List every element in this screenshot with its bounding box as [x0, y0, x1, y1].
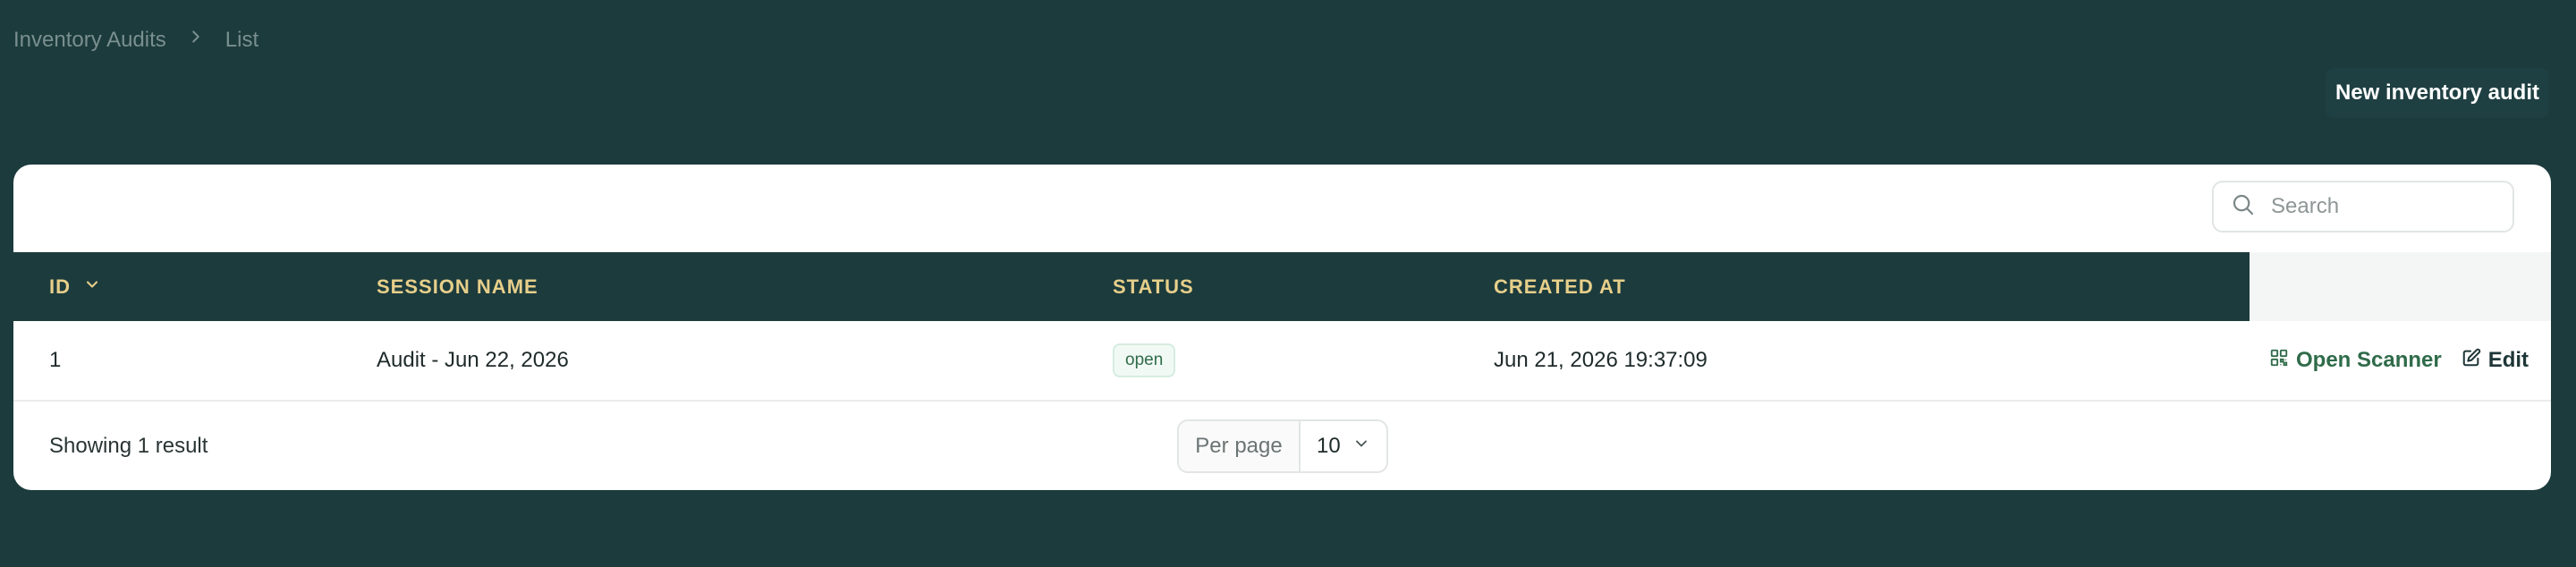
per-page-label: Per page — [1179, 421, 1301, 471]
cell-actions: Open Scanner Edit — [2269, 321, 2529, 400]
column-header-created-at[interactable]: CREATED AT — [1494, 252, 1626, 321]
results-count: Showing 1 result — [49, 433, 208, 458]
breadcrumb-item-list: List — [225, 27, 259, 52]
search-box[interactable] — [2212, 181, 2514, 233]
search-input[interactable] — [2271, 194, 2495, 219]
audits-table-card: ID SESSION NAME STATUS CREATED AT 1 Audi… — [13, 165, 2551, 490]
edit-icon — [2462, 348, 2481, 374]
open-scanner-link[interactable]: Open Scanner — [2269, 348, 2442, 374]
table-row[interactable]: 1 Audit - Jun 22, 2026 open Jun 21, 2026… — [13, 321, 2551, 402]
cell-session-name: Audit - Jun 22, 2026 — [377, 348, 569, 372]
edit-link[interactable]: Edit — [2462, 348, 2529, 374]
cell-id: 1 — [49, 348, 62, 372]
per-page-value: 10 — [1317, 434, 1341, 458]
status-badge: open — [1113, 343, 1176, 377]
cell-created-at: Jun 21, 2026 19:37:09 — [1494, 348, 1707, 372]
breadcrumb: Inventory Audits List — [13, 27, 258, 53]
per-page-select[interactable]: 10 — [1301, 421, 1386, 471]
per-page-control: Per page 10 — [1177, 419, 1388, 473]
column-header-status[interactable]: STATUS — [1113, 252, 1194, 321]
chevron-down-icon — [1352, 434, 1370, 459]
column-header-session-name[interactable]: SESSION NAME — [377, 252, 538, 321]
table-header: ID SESSION NAME STATUS CREATED AT — [13, 252, 2250, 321]
new-inventory-audit-button[interactable]: New inventory audit — [2326, 68, 2549, 118]
table-footer: Showing 1 result Per page 10 — [13, 402, 2551, 490]
breadcrumb-item-inventory-audits[interactable]: Inventory Audits — [13, 28, 166, 53]
sort-desc-chevron-icon — [83, 275, 101, 299]
cell-status: open — [1113, 321, 1176, 400]
search-icon — [2230, 191, 2257, 223]
qr-code-icon — [2269, 348, 2289, 374]
column-header-id[interactable]: ID — [49, 252, 101, 321]
chevron-right-icon — [186, 27, 206, 53]
table-header-actions-cell — [2250, 252, 2551, 321]
